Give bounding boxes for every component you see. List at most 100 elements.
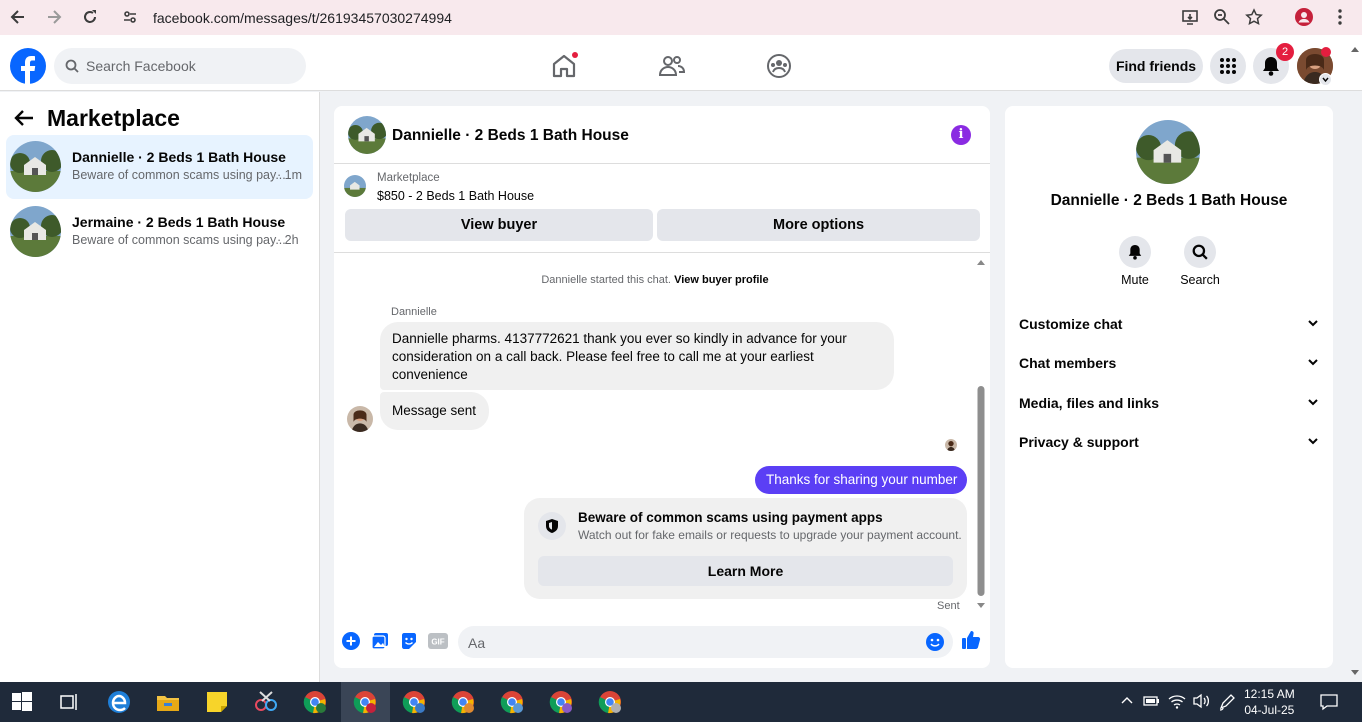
sender-avatar[interactable] [347, 406, 373, 432]
tray-chevron-up-icon[interactable] [1120, 694, 1134, 708]
file-explorer-icon[interactable] [154, 688, 182, 716]
customize-chat-section[interactable]: Customize chat [1019, 316, 1319, 332]
forward-icon[interactable] [42, 5, 66, 29]
windows-start-icon[interactable] [8, 688, 36, 716]
marketplace-sidebar: Marketplace Dannielle · 2 Beds 1 Bath Ho… [0, 92, 320, 682]
notification-center-icon[interactable] [1320, 693, 1338, 711]
chat-info-panel: Dannielle · 2 Beds 1 Bath House Mute Sea… [1005, 106, 1333, 668]
listing-thumbnail[interactable] [344, 175, 366, 197]
chat-avatar[interactable] [348, 116, 386, 154]
conversation-item[interactable]: Jermaine · 2 Beds 1 Bath House Beware of… [6, 200, 313, 264]
chevron-down-icon [1307, 356, 1319, 368]
chat-header: Dannielle · 2 Beds 1 Bath House i [334, 106, 990, 164]
clock-date: 04-Jul-25 [1244, 703, 1295, 717]
scam-warning-subtitle: Watch out for fake emails or requests to… [578, 528, 962, 542]
account-chevron-icon[interactable] [1319, 73, 1332, 86]
incoming-message[interactable]: Dannielle pharms. 4137772621 thank you e… [380, 322, 894, 390]
more-options-button[interactable]: More options [657, 209, 980, 241]
chat-scrollbar[interactable] [976, 258, 986, 610]
volume-icon[interactable] [1192, 693, 1210, 709]
view-buyer-button[interactable]: View buyer [345, 209, 653, 241]
search-label: Search [1180, 273, 1220, 287]
conversation-item[interactable]: Dannielle · 2 Beds 1 Bath House Beware o… [6, 135, 313, 199]
chrome-icon[interactable] [400, 688, 428, 716]
media-files-links-section[interactable]: Media, files and links [1019, 395, 1319, 411]
windows-taskbar: 12:15 AM 04-Jul-25 [0, 682, 1362, 722]
conversation-name: Dannielle · 2 Beds 1 Bath House [72, 149, 286, 165]
browser-menu-icon[interactable] [1328, 5, 1352, 29]
photo-icon[interactable] [371, 632, 389, 650]
chevron-down-icon [1307, 435, 1319, 447]
groups-icon[interactable] [765, 52, 793, 80]
reload-icon[interactable] [78, 5, 102, 29]
learn-more-button[interactable]: Learn More [538, 556, 953, 586]
account-alert-dot [1321, 47, 1331, 57]
menu-grid-icon[interactable] [1210, 48, 1246, 84]
info-icon[interactable]: i [951, 125, 971, 145]
mute-label: Mute [1121, 273, 1149, 287]
privacy-support-section[interactable]: Privacy & support [1019, 434, 1319, 450]
page-title: Marketplace [47, 105, 180, 131]
sticker-icon[interactable] [400, 632, 418, 650]
install-app-icon[interactable] [1178, 5, 1202, 29]
zoom-icon[interactable] [1210, 5, 1234, 29]
listing-bar: Marketplace $850 - 2 Beds 1 Bath House V… [334, 165, 990, 253]
task-view-icon[interactable] [55, 688, 83, 716]
clock-time: 12:15 AM [1244, 687, 1295, 701]
notification-badge: 2 [1276, 43, 1294, 61]
chrome-icon[interactable] [596, 688, 624, 716]
thumbs-up-icon[interactable] [961, 630, 981, 650]
scam-warning-card: Beware of common scams using payment app… [524, 498, 967, 599]
bookmark-star-icon[interactable] [1242, 5, 1266, 29]
chat-title[interactable]: Dannielle · 2 Beds 1 Bath House [392, 127, 629, 145]
incoming-message[interactable]: Message sent [380, 392, 489, 430]
facebook-logo-icon[interactable] [10, 48, 46, 84]
seen-avatar [945, 439, 957, 451]
conversation-name: Jermaine · 2 Beds 1 Bath House [72, 214, 286, 230]
address-bar[interactable]: facebook.com/messages/t/2619345703027499… [112, 2, 1334, 32]
battery-icon[interactable] [1143, 694, 1161, 708]
sender-name: Dannielle [391, 306, 437, 318]
home-icon[interactable] [550, 52, 578, 80]
mute-bell-icon[interactable] [1119, 236, 1151, 268]
section-label: Chat members [1019, 355, 1117, 371]
pen-icon[interactable] [1218, 693, 1236, 711]
snipping-tool-icon[interactable] [252, 688, 280, 716]
search-input[interactable]: Search Facebook [54, 48, 306, 84]
view-buyer-profile-link[interactable]: View buyer profile [674, 274, 769, 286]
chrome-icon[interactable] [498, 688, 526, 716]
plus-icon[interactable] [342, 632, 360, 650]
find-friends-button[interactable]: Find friends [1109, 49, 1203, 83]
profile-icon[interactable] [1292, 5, 1316, 29]
wifi-icon[interactable] [1168, 693, 1186, 709]
conversation-time: · 2h [277, 233, 299, 247]
chrome-icon[interactable] [351, 688, 379, 716]
back-icon[interactable] [6, 5, 30, 29]
back-arrow-icon[interactable] [14, 109, 34, 127]
friends-icon[interactable] [658, 52, 686, 80]
edge-icon[interactable] [105, 688, 133, 716]
chrome-icon[interactable] [547, 688, 575, 716]
section-label: Media, files and links [1019, 395, 1160, 411]
clock[interactable]: 12:15 AM 04-Jul-25 [1244, 686, 1295, 718]
scam-warning-title: Beware of common scams using payment app… [578, 510, 883, 525]
chat-started-text: Dannielle started this chat. [541, 274, 671, 286]
gif-icon[interactable]: GIF [428, 633, 448, 649]
search-icon [65, 59, 79, 73]
listing-thumbnail [10, 206, 61, 257]
emoji-icon[interactable] [926, 633, 944, 651]
message-placeholder: Aa [468, 635, 486, 651]
site-settings-icon[interactable] [122, 9, 138, 25]
page-scrollbar[interactable] [1348, 40, 1362, 682]
info-title: Dannielle · 2 Beds 1 Bath House [1050, 192, 1288, 209]
search-in-chat-icon[interactable] [1184, 236, 1216, 268]
listing-price[interactable]: $850 - 2 Beds 1 Bath House [377, 189, 534, 203]
sticky-notes-icon[interactable] [203, 688, 231, 716]
chat-members-section[interactable]: Chat members [1019, 355, 1319, 371]
conversation-preview: Beware of common scams using pay... [72, 233, 286, 247]
message-input[interactable]: Aa [458, 626, 953, 658]
chrome-icon[interactable] [449, 688, 477, 716]
info-avatar[interactable] [1136, 120, 1200, 184]
chrome-icon[interactable] [301, 688, 329, 716]
outgoing-message[interactable]: Thanks for sharing your number [755, 466, 967, 494]
